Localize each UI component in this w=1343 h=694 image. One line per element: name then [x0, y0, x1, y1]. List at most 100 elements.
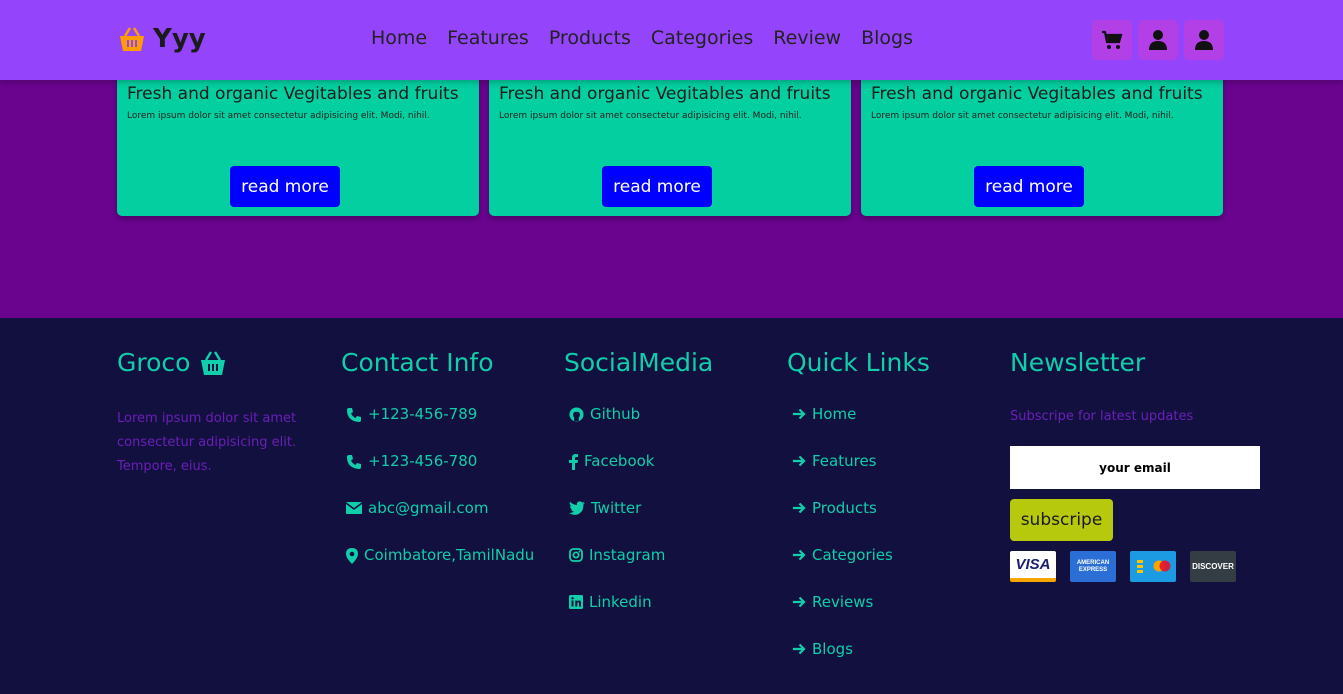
mastercard-logo [1137, 560, 1171, 573]
nav-home[interactable]: Home [371, 27, 427, 49]
header-icons [1092, 20, 1224, 60]
login-button[interactable] [1184, 20, 1224, 60]
basket-icon [201, 350, 226, 375]
arrow-right-icon [793, 643, 806, 655]
card-text: Lorem ipsum dolor sit amet consectetur a… [499, 111, 802, 121]
newsletter-title: Newsletter [1010, 348, 1146, 377]
nav-categories[interactable]: Categories [651, 27, 753, 49]
discover-card-icon: DISCOVER [1190, 551, 1236, 582]
payment-cards: VISA AMERICAN EXPRESS DISCOVER [1010, 551, 1260, 582]
link-text: Products [812, 499, 877, 517]
link-text: +123-456-780 [368, 452, 478, 470]
link-text: Twitter [591, 499, 642, 517]
nav-features[interactable]: Features [447, 27, 529, 49]
social-title: SocialMedia [564, 348, 714, 377]
basket-icon [120, 27, 144, 51]
quick-links-title: Quick Links [787, 348, 930, 377]
contact-title: Contact Info [341, 348, 494, 377]
link-text: Coimbatore,TamilNadu [364, 546, 535, 564]
email-input[interactable]: your email [1010, 446, 1260, 489]
contact-phone-2[interactable]: +123-456-780 [341, 452, 534, 499]
link-text: Reviews [812, 593, 874, 611]
user-button[interactable] [1138, 20, 1178, 60]
link-text: Categories [812, 546, 893, 564]
footer-contact: Contact Info +123-456-789 +123-456-780 a… [341, 348, 534, 593]
link-text: Linkedin [589, 593, 652, 611]
github-icon [569, 407, 584, 422]
arrow-right-icon [793, 502, 806, 514]
payment-label: AMERICAN EXPRESS [1076, 559, 1110, 573]
read-more-button[interactable]: read more [230, 166, 340, 207]
amex-card-icon: AMERICAN EXPRESS [1070, 551, 1116, 582]
card-text: Lorem ipsum dolor sit amet consectetur a… [127, 111, 430, 121]
social-instagram[interactable]: Instagram [564, 546, 713, 593]
twitter-icon [569, 501, 585, 515]
cart-button[interactable] [1092, 20, 1132, 60]
footer-quick-links: Quick Links Home Features Products Categ… [787, 348, 930, 687]
brand-name: Yyy [153, 24, 206, 54]
blog-card: Fresh and organic Vegitables and fruits … [489, 76, 851, 216]
footer-about: Groco Lorem ipsum dolor sit amet consect… [117, 348, 317, 479]
linkedin-icon [569, 595, 583, 609]
link-text: Features [812, 452, 877, 470]
header: Yyy Home Features Products Categories Re… [0, 0, 1343, 80]
mastercard-card-icon [1130, 551, 1176, 582]
nav-products[interactable]: Products [549, 27, 631, 49]
footer-brand: Groco [117, 348, 317, 377]
social-facebook[interactable]: Facebook [564, 452, 713, 499]
contact-phone-1[interactable]: +123-456-789 [341, 405, 534, 452]
card-text: Lorem ipsum dolor sit amet consectetur a… [871, 111, 1174, 121]
link-text: Github [590, 405, 641, 423]
social-linkedin[interactable]: Linkedin [564, 593, 713, 640]
user-icon [1149, 30, 1167, 50]
visa-card-icon: VISA [1010, 551, 1056, 582]
subscribe-button[interactable]: subscripe [1010, 499, 1113, 541]
read-more-button[interactable]: read more [602, 166, 712, 207]
card-title: Fresh and organic Vegitables and fruits [499, 84, 831, 104]
quick-link-categories[interactable]: Categories [787, 546, 930, 593]
logo[interactable]: Yyy [117, 24, 206, 54]
main-nav: Home Features Products Categories Review… [371, 27, 913, 49]
link-text: Facebook [584, 452, 655, 470]
arrow-right-icon [793, 455, 806, 467]
social-github[interactable]: Github [564, 405, 713, 452]
arrow-right-icon [793, 549, 806, 561]
arrow-right-icon [793, 408, 806, 420]
arrow-right-icon [793, 596, 806, 608]
nav-review[interactable]: Review [773, 27, 841, 49]
map-marker-icon [346, 548, 358, 564]
contact-location[interactable]: Coimbatore,TamilNadu [341, 546, 534, 593]
newsletter-text: Subscripe for latest updates [1010, 409, 1194, 424]
payment-label: DISCOVER [1192, 562, 1234, 571]
facebook-icon [569, 454, 578, 470]
link-text: Instagram [589, 546, 666, 564]
quick-link-reviews[interactable]: Reviews [787, 593, 930, 640]
quick-link-features[interactable]: Features [787, 452, 930, 499]
quick-link-products[interactable]: Products [787, 499, 930, 546]
card-title: Fresh and organic Vegitables and fruits [127, 84, 459, 104]
quick-link-home[interactable]: Home [787, 405, 930, 452]
user-icon [1195, 30, 1213, 50]
footer-about-text: Lorem ipsum dolor sit amet consectetur a… [117, 411, 297, 474]
footer-social: SocialMedia Github Facebook Twitter Inst… [564, 348, 713, 640]
link-text: +123-456-789 [368, 405, 478, 423]
envelope-icon [346, 502, 362, 514]
blog-card: Fresh and organic Vegitables and fruits … [117, 76, 479, 216]
social-twitter[interactable]: Twitter [564, 499, 713, 546]
read-more-button[interactable]: read more [974, 166, 1084, 207]
blog-card: Fresh and organic Vegitables and fruits … [861, 76, 1223, 216]
link-text: abc@gmail.com [368, 499, 489, 517]
contact-email[interactable]: abc@gmail.com [341, 499, 534, 546]
instagram-icon [569, 548, 583, 562]
blog-cards: Fresh and organic Vegitables and fruits … [117, 76, 1223, 216]
footer: Groco Lorem ipsum dolor sit amet consect… [0, 318, 1343, 694]
link-text: Home [812, 405, 857, 423]
link-text: Blogs [812, 640, 853, 658]
payment-label: VISA [1015, 556, 1051, 573]
footer-newsletter: Newsletter Subscripe for latest updates … [1010, 348, 1260, 582]
card-title: Fresh and organic Vegitables and fruits [871, 84, 1203, 104]
phone-icon [347, 455, 361, 469]
cart-icon [1102, 30, 1123, 49]
quick-link-blogs[interactable]: Blogs [787, 640, 930, 687]
nav-blogs[interactable]: Blogs [861, 27, 913, 49]
